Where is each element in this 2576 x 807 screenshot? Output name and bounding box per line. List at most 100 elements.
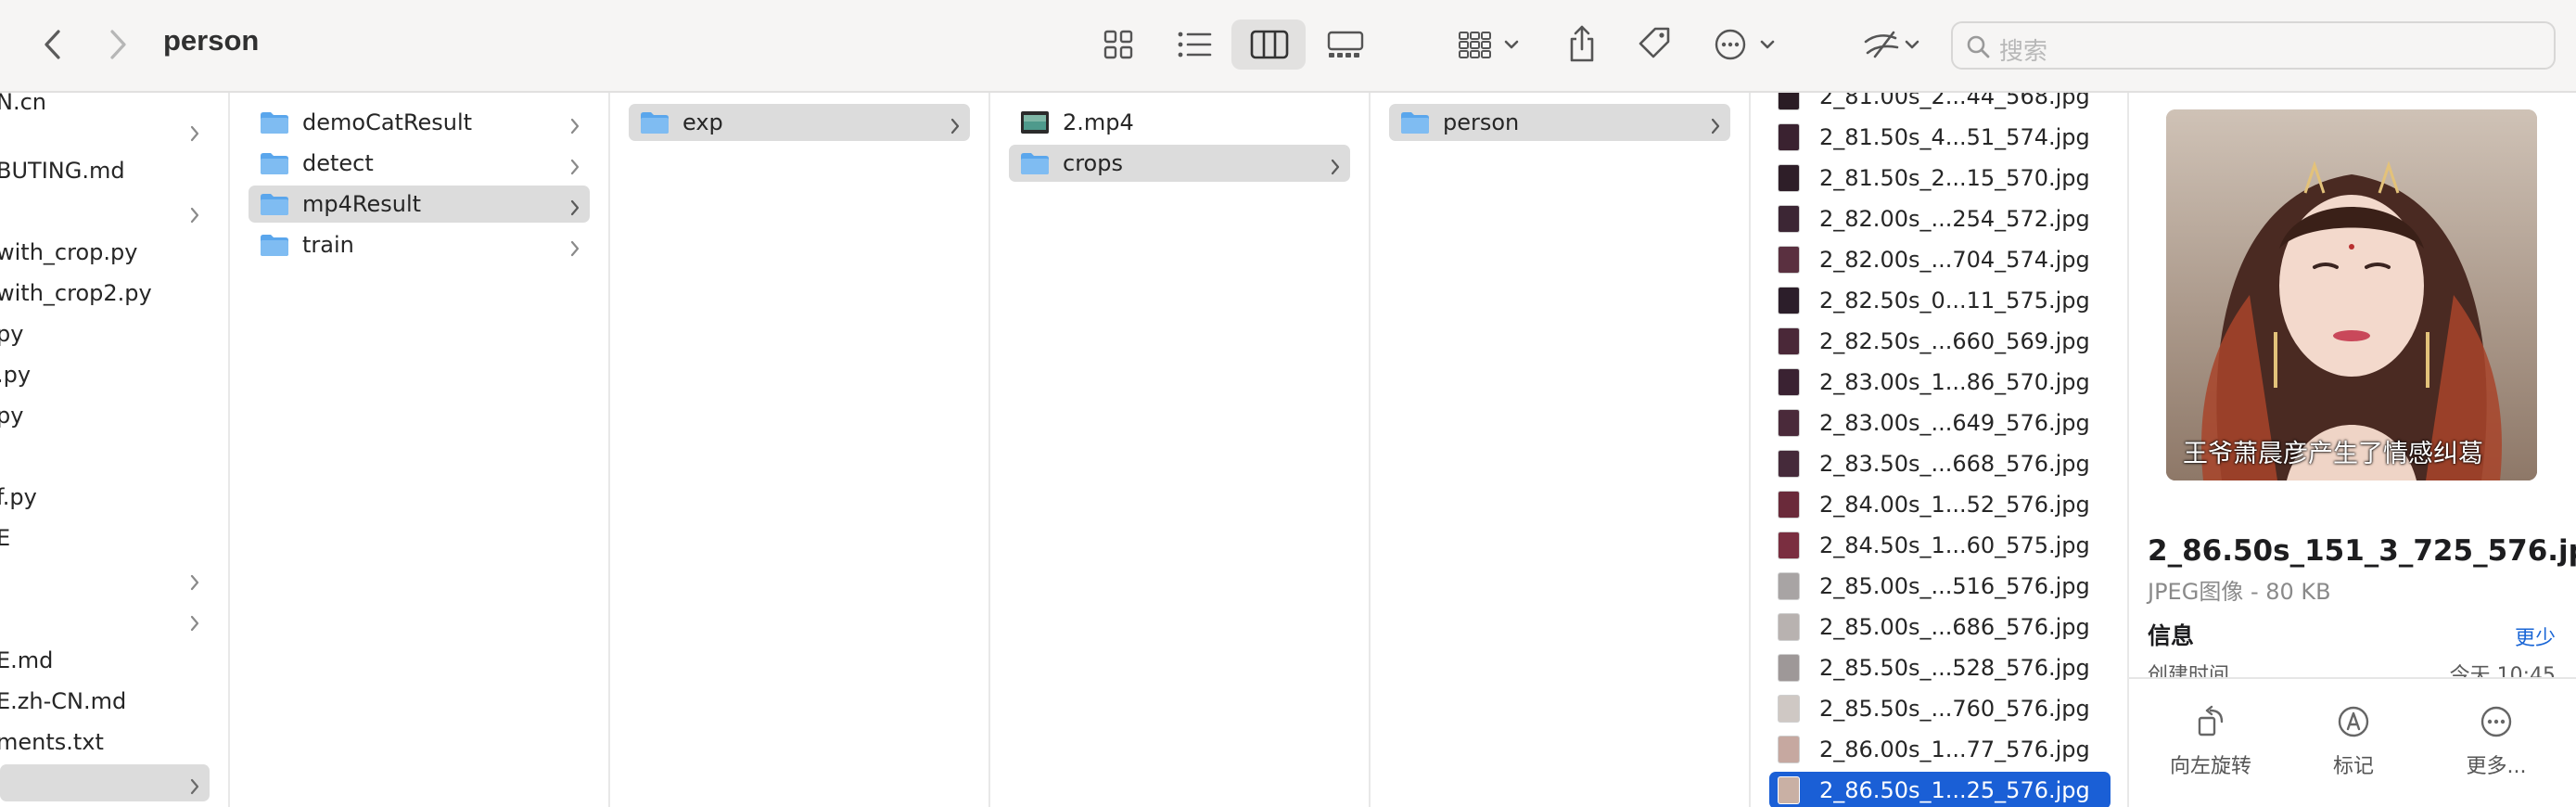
file-item[interactable]: 2_85.00s_...516_576.jpg [1769, 568, 2111, 605]
info-heading: 信息 [2148, 622, 2195, 649]
file-item[interactable]: 2_83.50s_...668_576.jpg [1769, 445, 2111, 482]
group-button[interactable] [1458, 26, 1526, 63]
share-button[interactable] [1563, 22, 1600, 65]
list-item[interactable]: py [0, 397, 210, 434]
list-item[interactable]: py [0, 315, 210, 352]
back-button[interactable] [33, 24, 70, 65]
folder-item-selected[interactable]: crops [1009, 145, 1350, 182]
preview-filename: 2_86.50s_151_3_725_576.jpg [2148, 534, 2576, 568]
column-exp[interactable]: 2.mp4 crops [990, 93, 1371, 807]
file-item[interactable]: 2_83.00s_1...86_570.jpg [1769, 364, 2111, 401]
file-item[interactable]: 2_86.00s_1...77_576.jpg [1769, 731, 2111, 768]
ellipsis-circle-icon [1715, 29, 1775, 60]
list-item-selected[interactable] [0, 764, 210, 801]
preview-pane: 王爷萧晨彦产生了情感纠葛 2_86.50s_151_3_725_576.jpg … [2129, 93, 2576, 807]
file-item[interactable]: 2_84.00s_1...52_576.jpg [1769, 486, 2111, 523]
list-item[interactable] [0, 560, 210, 597]
search-field[interactable]: 搜索 [1951, 21, 2556, 70]
folder-item-selected[interactable]: person [1389, 104, 1730, 141]
image-thumbnail [1779, 573, 1799, 599]
ellipsis-circle-icon [2480, 706, 2512, 737]
list-item[interactable]: E.zh-CN.md [0, 683, 210, 720]
markup-button[interactable]: 标记 [2289, 705, 2418, 779]
folder-item-selected[interactable]: mp4Result [249, 186, 590, 223]
folder-item-selected[interactable]: exp [629, 104, 970, 141]
list-item[interactable]: ments.txt [0, 724, 210, 761]
list-item[interactable] [0, 193, 210, 230]
list-item[interactable]: f.py [0, 479, 210, 516]
grid-icon [1103, 30, 1133, 59]
column-mp4result[interactable]: exp [610, 93, 990, 807]
column-parent[interactable]: N.cn BUTING.md with_crop.py with_crop2.p… [0, 93, 230, 807]
rotate-left-button[interactable]: 向左旋转 [2146, 705, 2276, 779]
image-thumbnail [1779, 737, 1799, 762]
file-item[interactable]: 2_85.00s_...686_576.jpg [1769, 608, 2111, 646]
list-item[interactable] [0, 111, 210, 148]
list-item[interactable]: E [0, 519, 210, 557]
gallery-view-button[interactable] [1324, 26, 1367, 63]
rotate-left-icon [2198, 705, 2224, 737]
image-thumbnail [1779, 777, 1799, 803]
search-icon [1966, 34, 1990, 62]
forward-button[interactable] [100, 24, 137, 65]
tag-icon [1639, 27, 1670, 58]
chevron-right-icon [189, 611, 200, 637]
chevron-right-icon [110, 30, 126, 59]
preview-image[interactable]: 王爷萧晨彦产生了情感纠葛 [2166, 109, 2537, 480]
file-item[interactable]: 2_85.50s_...528_576.jpg [1769, 649, 2111, 686]
list-item[interactable] [0, 438, 210, 475]
column-person[interactable]: 2_81.00s_2...44_568.jpg 2_81.50s_4...51_… [1751, 93, 2129, 807]
file-item[interactable]: 2_82.50s_...660_569.jpg [1769, 323, 2111, 360]
image-caption: 王爷萧晨彦产生了情感纠葛 [2183, 440, 2483, 468]
file-item[interactable]: 2_82.00s_...704_574.jpg [1769, 241, 2111, 278]
file-item[interactable]: 2_84.50s_1...60_575.jpg [1769, 527, 2111, 564]
file-item[interactable]: 2_83.00s_...649_576.jpg [1769, 404, 2111, 442]
image-thumbnail [1779, 492, 1799, 518]
column-view-button[interactable] [1231, 19, 1306, 70]
folder-icon [1020, 151, 1050, 175]
file-item[interactable]: 2.mp4 [1009, 104, 1350, 141]
more-button[interactable]: 更多... [2431, 705, 2561, 779]
chevron-right-icon [569, 237, 580, 263]
sort-button[interactable] [1862, 26, 1925, 63]
chevron-right-icon [189, 570, 200, 596]
portrait-illustration [2166, 109, 2537, 480]
chevron-right-icon [1710, 114, 1721, 140]
list-icon [1178, 32, 1212, 58]
video-file-icon [1020, 110, 1050, 134]
icon-view-button[interactable] [1100, 26, 1137, 63]
folder-item[interactable]: demoCatResult [249, 104, 590, 141]
file-item[interactable]: 2_85.50s_...760_576.jpg [1769, 690, 2111, 727]
folder-item[interactable]: train [249, 226, 590, 263]
chevron-right-icon [189, 203, 200, 229]
image-thumbnail [1779, 124, 1799, 150]
folder-item[interactable]: detect [249, 145, 590, 182]
folder-icon [1400, 110, 1430, 134]
file-item[interactable]: 2_81.50s_2...15_570.jpg [1769, 160, 2111, 197]
file-item[interactable]: 2_81.50s_4...51_574.jpg [1769, 119, 2111, 156]
column-crops[interactable]: person [1371, 93, 1751, 807]
folder-icon [260, 151, 289, 175]
chevron-right-icon [569, 196, 580, 222]
chevron-right-icon [569, 114, 580, 140]
action-menu-button[interactable] [1714, 26, 1782, 63]
list-item[interactable]: .py [0, 356, 210, 393]
tag-button[interactable] [1636, 24, 1673, 63]
list-item[interactable] [0, 601, 210, 638]
file-item[interactable]: 2_82.50s_0...11_575.jpg [1769, 282, 2111, 319]
file-item-selected[interactable]: 2_86.50s_1...25_576.jpg [1769, 772, 2111, 807]
image-thumbnail [1779, 614, 1799, 640]
show-less-link[interactable]: 更少 [2515, 621, 2556, 651]
chevron-right-icon [1330, 155, 1341, 181]
image-thumbnail [1779, 532, 1799, 558]
list-item[interactable]: E.md [0, 642, 210, 679]
list-view-button[interactable] [1174, 26, 1215, 63]
file-item[interactable]: 2_82.00s_...254_572.jpg [1769, 200, 2111, 237]
list-item[interactable]: with_crop.py [0, 234, 210, 271]
file-item[interactable]: 2_81.00s_2...44_568.jpg [1769, 93, 2111, 115]
column-yolo[interactable]: demoCatResult detect mp4Result train [230, 93, 610, 807]
share-icon [1570, 25, 1594, 62]
folder-icon [260, 233, 289, 257]
list-item[interactable]: BUTING.md [0, 152, 210, 189]
list-item[interactable]: with_crop2.py [0, 275, 210, 312]
